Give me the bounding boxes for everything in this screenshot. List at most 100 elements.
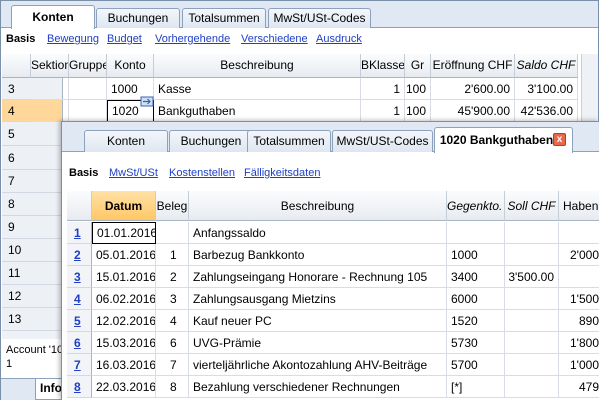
row-number-link[interactable]: 1	[74, 226, 81, 240]
row-number[interactable]: 8	[67, 376, 92, 398]
cell-datum[interactable]: 22.03.2016	[92, 376, 156, 398]
row-number-link[interactable]: 2	[74, 248, 81, 262]
cell-gegenkonto[interactable]: 1520	[447, 310, 505, 332]
column-header-beschreibung[interactable]: Beschreibung	[154, 54, 361, 78]
tab-totalsummen[interactable]: Totalsummen	[182, 8, 266, 28]
cell-haben[interactable]: 1'800	[559, 332, 599, 354]
cell-datum[interactable]: 12.02.2016	[92, 310, 156, 332]
column-header-eroeffnung[interactable]: Eröffnung CHF	[431, 54, 515, 78]
cell-beschreibung[interactable]: Zahlungsausgang Mietzins	[189, 288, 447, 310]
tab-konten[interactable]: Konten	[84, 130, 168, 152]
view-budget[interactable]: Budget	[107, 33, 142, 45]
cell-haben[interactable]: 2'000	[559, 244, 599, 266]
view-faelligkeitsdaten[interactable]: Fälligkeitsdaten	[244, 167, 320, 179]
cell-eroeffnung[interactable]: 2'600.00	[431, 78, 515, 100]
row-number[interactable]: 10	[2, 239, 63, 262]
column-header-beleg[interactable]: Beleg	[156, 191, 189, 221]
cell-beschreibung[interactable]: Kasse	[154, 78, 361, 100]
row-number[interactable]: 6	[67, 332, 92, 354]
row-number-link[interactable]: 8	[74, 380, 81, 394]
cell-datum[interactable]: 06.02.2016	[92, 288, 156, 310]
tab-mwst-codes[interactable]: MwSt/USt-Codes	[332, 130, 433, 152]
cell-soll[interactable]	[505, 376, 559, 398]
view-basis[interactable]: Basis	[69, 167, 98, 179]
cell-soll[interactable]: 3'500.00	[505, 266, 559, 288]
row-number-link[interactable]: 7	[74, 358, 81, 372]
cell-beleg[interactable]: 1	[156, 244, 189, 266]
row-number-link[interactable]: 5	[74, 314, 81, 328]
cell-soll[interactable]	[505, 332, 559, 354]
cell-soll[interactable]	[505, 310, 559, 332]
row-number-link[interactable]: 6	[74, 336, 81, 350]
cell-beschreibung[interactable]: Bezahlung verschiedener Rechnungen	[189, 376, 447, 398]
column-header-saldo[interactable]: Saldo CHF	[515, 54, 578, 78]
tab-buchungen[interactable]: Buchungen	[96, 8, 180, 28]
column-header-datum[interactable]: Datum	[92, 191, 156, 221]
cell-haben[interactable]: 479	[559, 376, 599, 398]
cell-gegenkonto[interactable]: 5730	[447, 332, 505, 354]
view-ausdruck[interactable]: Ausdruck	[316, 33, 362, 45]
splitter[interactable]	[2, 331, 63, 339]
cell-beschreibung[interactable]: UVG-Prämie	[189, 332, 447, 354]
cell-saldo[interactable]: 42'536.00	[515, 100, 578, 122]
row-number[interactable]: 8	[2, 193, 63, 216]
cell-gr[interactable]: 100	[405, 100, 431, 122]
tab-totalsummen[interactable]: Totalsummen	[247, 130, 331, 152]
cell-haben[interactable]	[559, 222, 599, 244]
cell-sektion[interactable]	[31, 78, 69, 100]
cell-gegenkonto[interactable]: 5700	[447, 354, 505, 376]
row-number[interactable]: 5	[2, 122, 63, 146]
cell-beleg[interactable]: 4	[156, 310, 189, 332]
row-number[interactable]: 9	[2, 216, 63, 239]
cell-gr[interactable]: 100	[405, 78, 431, 100]
tab-mwst-codes[interactable]: MwSt/USt-Codes	[268, 8, 371, 28]
cell-datum[interactable]: 01.01.2016	[92, 222, 156, 244]
row-number-link[interactable]: 4	[74, 292, 81, 306]
cell-beschreibung[interactable]: Zahlungseingang Honorare - Rechnung 105	[189, 266, 447, 288]
cell-beschreibung[interactable]: vierteljährliche Akontozahlung AHV-Beitr…	[189, 354, 447, 376]
view-kostenstellen[interactable]: Kostenstellen	[169, 167, 235, 179]
cell-beleg[interactable]: 6	[156, 332, 189, 354]
tab-info[interactable]: Info	[35, 379, 63, 400]
cell-gegenkonto[interactable]: 3400	[447, 266, 505, 288]
cell-gruppe[interactable]	[69, 100, 107, 122]
cell-soll[interactable]	[505, 354, 559, 376]
cell-gegenkonto[interactable]	[447, 222, 505, 244]
column-header-gr[interactable]: Gr	[405, 54, 431, 78]
row-number[interactable]: 7	[67, 354, 92, 376]
column-header-bklasse[interactable]: BKlasse	[361, 54, 405, 78]
cell-soll[interactable]	[505, 222, 559, 244]
row-number-link[interactable]: 3	[74, 270, 81, 284]
view-basis[interactable]: Basis	[6, 33, 35, 45]
column-header-sektion[interactable]: Sektion	[31, 54, 69, 78]
row-number[interactable]: 5	[67, 310, 92, 332]
row-number[interactable]: 4	[67, 288, 92, 310]
column-header-gruppe[interactable]: Gruppe	[69, 54, 107, 78]
column-header-gegenkonto[interactable]: Gegenkto.	[447, 191, 505, 221]
view-mwst[interactable]: MwSt/USt	[109, 167, 158, 179]
cell-haben[interactable]: 1'500	[559, 288, 599, 310]
row-number[interactable]: 1	[67, 222, 92, 244]
cell-haben[interactable]: 1'000	[559, 354, 599, 376]
cell-eroeffnung[interactable]: 45'900.00	[431, 100, 515, 122]
cell-gegenkonto[interactable]: 1000	[447, 244, 505, 266]
row-number[interactable]: 13	[2, 308, 63, 331]
cell-datum[interactable]: 16.03.2016	[92, 354, 156, 376]
row-number[interactable]: 7	[2, 170, 63, 193]
cell-beleg[interactable]: 2	[156, 266, 189, 288]
column-header-beschreibung[interactable]: Beschreibung	[189, 191, 447, 221]
cell-datum[interactable]: 15.03.2016	[92, 332, 156, 354]
view-vorhergehende[interactable]: Vorhergehende	[155, 33, 230, 45]
column-header-soll[interactable]: Soll CHF	[505, 191, 559, 221]
cell-bklasse[interactable]: 1	[361, 100, 405, 122]
cell-gegenkonto[interactable]: [*]	[447, 376, 505, 398]
close-icon[interactable]: x	[553, 133, 566, 146]
cell-saldo[interactable]: 3'100.00	[515, 78, 578, 100]
account-link-icon[interactable]	[140, 96, 154, 107]
cell-beleg[interactable]: 3	[156, 288, 189, 310]
row-number[interactable]: 12	[2, 285, 63, 308]
cell-beschreibung[interactable]: Anfangssaldo	[189, 222, 447, 244]
view-bewegung[interactable]: Bewegung	[47, 33, 99, 45]
view-verschiedene[interactable]: Verschiedene	[241, 33, 308, 45]
row-number[interactable]: 11	[2, 262, 63, 285]
